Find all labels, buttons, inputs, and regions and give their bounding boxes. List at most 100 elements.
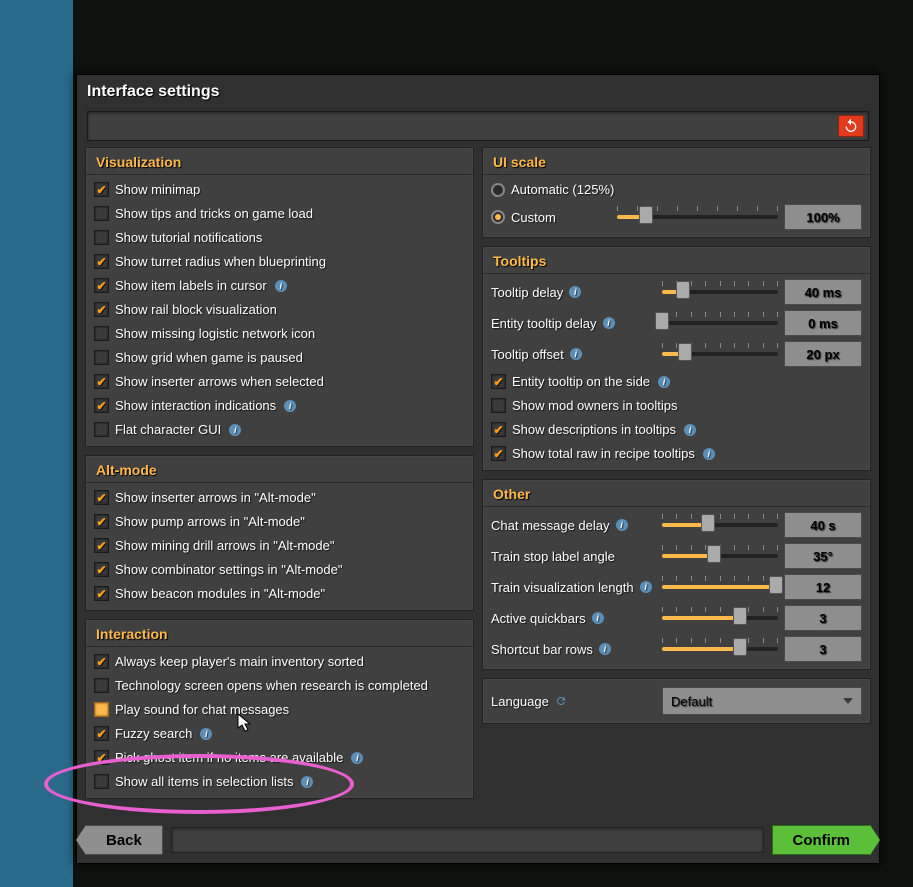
refresh-icon[interactable]: [555, 695, 567, 707]
checkbox[interactable]: [94, 206, 109, 221]
slider-value[interactable]: 3: [784, 605, 862, 631]
back-button[interactable]: Back: [85, 825, 163, 855]
slider[interactable]: [662, 613, 778, 623]
checkbox[interactable]: [94, 726, 109, 741]
language-dropdown[interactable]: Default: [662, 687, 862, 715]
tooltip-row[interactable]: Show mod owners in tooltips: [491, 395, 862, 416]
info-icon[interactable]: [640, 581, 652, 593]
checkbox[interactable]: [94, 398, 109, 413]
slider-value[interactable]: 3: [784, 636, 862, 662]
info-icon[interactable]: [229, 424, 241, 436]
slider-handle[interactable]: [678, 343, 692, 361]
search-bar[interactable]: [87, 111, 869, 141]
visualization-row[interactable]: Show tutorial notifications: [94, 227, 465, 248]
slider-handle[interactable]: [733, 638, 747, 656]
checkbox[interactable]: [491, 422, 506, 437]
visualization-row[interactable]: Show grid when game is paused: [94, 347, 465, 368]
slider[interactable]: [662, 349, 778, 359]
tooltip-row[interactable]: Entity tooltip on the side: [491, 371, 862, 392]
visualization-row[interactable]: Show turret radius when blueprinting: [94, 251, 465, 272]
info-icon[interactable]: [592, 612, 604, 624]
checkbox[interactable]: [94, 422, 109, 437]
visualization-row[interactable]: Show interaction indications: [94, 395, 465, 416]
checkbox[interactable]: [94, 774, 109, 789]
checkbox[interactable]: [94, 302, 109, 317]
checkbox[interactable]: [491, 374, 506, 389]
slider-handle[interactable]: [676, 281, 690, 299]
info-icon[interactable]: [599, 643, 611, 655]
interaction-row[interactable]: Fuzzy search: [94, 723, 465, 744]
slider-handle[interactable]: [733, 607, 747, 625]
slider-value[interactable]: 40 ms: [784, 279, 862, 305]
checkbox[interactable]: [94, 586, 109, 601]
visualization-row[interactable]: Show minimap: [94, 179, 465, 200]
slider[interactable]: [662, 551, 778, 561]
slider[interactable]: [662, 520, 778, 530]
checkbox[interactable]: [94, 514, 109, 529]
checkbox[interactable]: [94, 538, 109, 553]
interaction-row[interactable]: Technology screen opens when research is…: [94, 675, 465, 696]
info-icon[interactable]: [275, 280, 287, 292]
info-icon[interactable]: [301, 776, 313, 788]
visualization-row[interactable]: Show rail block visualization: [94, 299, 465, 320]
checkbox[interactable]: [94, 750, 109, 765]
info-icon[interactable]: [351, 752, 363, 764]
checkbox[interactable]: [94, 654, 109, 669]
altmode-row[interactable]: Show beacon modules in "Alt-mode": [94, 583, 465, 604]
checkbox[interactable]: [94, 374, 109, 389]
info-icon[interactable]: [684, 424, 696, 436]
visualization-row[interactable]: Show missing logistic network icon: [94, 323, 465, 344]
checkbox[interactable]: [94, 254, 109, 269]
tooltip-row[interactable]: Show total raw in recipe tooltips: [491, 443, 862, 464]
checkbox[interactable]: [94, 326, 109, 341]
info-icon[interactable]: [703, 448, 715, 460]
checkbox[interactable]: [94, 678, 109, 693]
checkbox[interactable]: [94, 182, 109, 197]
visualization-row[interactable]: Flat character GUI: [94, 419, 465, 440]
slider-value[interactable]: 0 ms: [784, 310, 862, 336]
info-icon[interactable]: [616, 519, 628, 531]
checkbox[interactable]: [94, 490, 109, 505]
slider[interactable]: [662, 287, 778, 297]
interaction-row[interactable]: Show all items in selection lists: [94, 771, 465, 792]
checkbox[interactable]: [94, 230, 109, 245]
slider-value[interactable]: 20 px: [784, 341, 862, 367]
slider-value[interactable]: 40 s: [784, 512, 862, 538]
interaction-row[interactable]: Always keep player's main inventory sort…: [94, 651, 465, 672]
altmode-row[interactable]: Show pump arrows in "Alt-mode": [94, 511, 465, 532]
visualization-row[interactable]: Show item labels in cursor: [94, 275, 465, 296]
checkbox[interactable]: [94, 278, 109, 293]
radio-custom[interactable]: [491, 210, 505, 224]
interaction-row[interactable]: Pick ghost item if no items are availabl…: [94, 747, 465, 768]
checkbox[interactable]: [491, 446, 506, 461]
info-icon[interactable]: [200, 728, 212, 740]
info-icon[interactable]: [570, 348, 582, 360]
uiscale-slider[interactable]: [617, 212, 778, 222]
slider[interactable]: [662, 644, 778, 654]
reset-button[interactable]: [838, 115, 864, 137]
slider-value[interactable]: 12: [784, 574, 862, 600]
checkbox[interactable]: [94, 562, 109, 577]
visualization-row[interactable]: Show tips and tricks on game load: [94, 203, 465, 224]
slider-value[interactable]: 35°: [784, 543, 862, 569]
slider-handle[interactable]: [707, 545, 721, 563]
info-icon[interactable]: [569, 286, 581, 298]
slider-handle[interactable]: [655, 312, 669, 330]
slider[interactable]: [662, 318, 778, 328]
slider-handle[interactable]: [701, 514, 715, 532]
slider-handle[interactable]: [769, 576, 783, 594]
confirm-button[interactable]: Confirm: [772, 825, 872, 855]
altmode-row[interactable]: Show inserter arrows in "Alt-mode": [94, 487, 465, 508]
info-icon[interactable]: [603, 317, 615, 329]
info-icon[interactable]: [284, 400, 296, 412]
altmode-row[interactable]: Show combinator settings in "Alt-mode": [94, 559, 465, 580]
uiscale-auto-row[interactable]: Automatic (125%): [491, 179, 862, 200]
altmode-row[interactable]: Show mining drill arrows in "Alt-mode": [94, 535, 465, 556]
info-icon[interactable]: [658, 376, 670, 388]
radio-automatic[interactable]: [491, 183, 505, 197]
slider-handle[interactable]: [639, 206, 653, 224]
checkbox[interactable]: [491, 398, 506, 413]
visualization-row[interactable]: Show inserter arrows when selected: [94, 371, 465, 392]
tooltip-row[interactable]: Show descriptions in tooltips: [491, 419, 862, 440]
checkbox[interactable]: [94, 350, 109, 365]
